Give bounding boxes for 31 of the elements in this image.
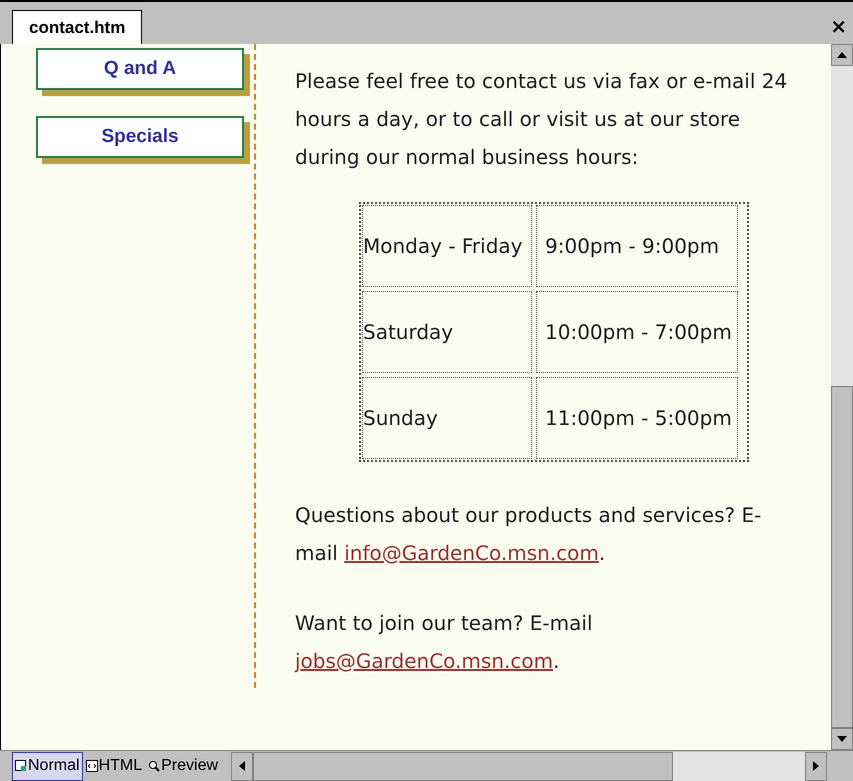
email-link[interactable]: info@GardenCo.msn.com [344, 541, 599, 565]
scroll-thumb[interactable] [831, 386, 853, 728]
scroll-up-button[interactable] [831, 44, 853, 66]
right-arrow-icon [813, 761, 819, 771]
table-cell: 9:00pm - 9:00pm [536, 205, 738, 287]
table-cell: Monday - Friday [362, 205, 532, 287]
page-icon [15, 760, 27, 772]
scroll-right-button[interactable] [805, 752, 827, 780]
view-tab[interactable]: HTML [82, 752, 146, 780]
left-arrow-icon [239, 761, 246, 771]
horizontal-scrollbar[interactable] [231, 752, 827, 780]
code-icon [86, 760, 98, 772]
contact-paragraph: Questions about our products and services? E-mail info@GardenCo.msn.com. [295, 502, 762, 567]
table-cell: Saturday [362, 291, 532, 373]
scroll-thumb[interactable] [253, 752, 674, 780]
scroll-left-button[interactable] [231, 752, 254, 780]
table-cell: Sunday [362, 377, 532, 459]
down-arrow-icon [837, 736, 847, 742]
table-cell: 10:00pm - 7:00pm [536, 291, 738, 373]
up-arrow-icon [837, 52, 847, 58]
view-tab[interactable]: Normal [12, 752, 83, 780]
document-tab[interactable]: contact.htm [12, 10, 142, 44]
email-link[interactable]: jobs@GardenCo.msn.com [295, 649, 554, 673]
close-button[interactable]: × [830, 16, 847, 36]
view-tab[interactable]: Preview [145, 752, 222, 780]
vertical-scrollbar[interactable] [831, 44, 853, 750]
table-cell: 11:00pm - 5:00pm [536, 377, 738, 459]
scroll-down-button[interactable] [831, 728, 853, 750]
intro-paragraph: Please feel free to contact us via fax or e-mail 24 hours a day, or to call or visit us at our store during our normal business hours: [295, 68, 788, 171]
magnifier-icon [148, 760, 160, 772]
contact-paragraph: Want to join our team? E-mail jobs@GardenCo.msn.com. [295, 610, 594, 675]
